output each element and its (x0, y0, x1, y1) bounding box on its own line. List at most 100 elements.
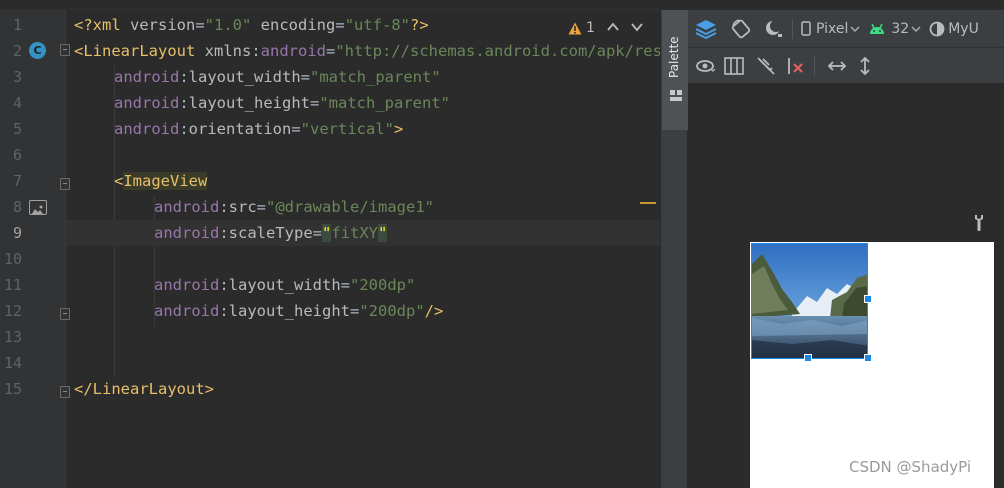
code-token: layout_height (228, 302, 350, 320)
line-number: 10 (3, 250, 22, 268)
orientation-button[interactable] (730, 16, 752, 42)
device-preview-screen[interactable] (750, 242, 994, 488)
code-token: version (120, 16, 196, 34)
code-token: android (154, 198, 220, 216)
watermark: CSDN @ShadyPi (849, 458, 972, 476)
wrench-icon[interactable] (972, 214, 986, 232)
toolbar-separator (814, 55, 815, 76)
resize-handle-bottom-right[interactable] (864, 354, 872, 362)
expand-vertical-button[interactable] (859, 53, 871, 79)
code-token: "match_parent" (310, 68, 441, 86)
code-token: : (251, 42, 261, 60)
editor-top-strip (0, 0, 660, 10)
code-token: : (219, 302, 229, 320)
code-token: : (219, 224, 229, 242)
code-token: = (350, 302, 360, 320)
imageview-preview[interactable] (751, 243, 868, 359)
expand-horizontal-button[interactable] (827, 53, 847, 79)
code-token: "@drawable/image1" (266, 198, 434, 216)
line-number: 7 (12, 172, 22, 190)
code-token: = (195, 16, 205, 34)
clear-constraints-icon (788, 57, 803, 74)
design-toolbar-top: Pixel 32 MyU (688, 10, 1004, 48)
code-token: = (291, 120, 301, 138)
chevron-down-icon (911, 25, 921, 32)
code-line: android:layout_height="match_parent" (114, 90, 450, 116)
line-number-current: 9 (12, 224, 22, 242)
layers-icon (695, 19, 717, 39)
columns-icon (724, 56, 744, 75)
code-token: : (219, 198, 229, 216)
api-level-selector[interactable]: 32 (868, 16, 921, 42)
code-token: = (335, 16, 345, 34)
code-token: "vertical" (300, 120, 394, 138)
palette-tab[interactable]: Palette (662, 10, 688, 130)
resize-handle-bottom[interactable] (804, 354, 812, 362)
code-token: = (326, 42, 336, 60)
line-number: 8 (12, 198, 22, 216)
android-icon (870, 23, 885, 34)
code-token: android (154, 276, 220, 294)
code-editor[interactable]: 1 2 3 4 5 6 7 8 9 10 11 12 13 14 15 C <?… (0, 0, 660, 488)
code-token: layout_height (188, 94, 310, 112)
code-token: > (394, 120, 404, 138)
line-number: 11 (3, 276, 22, 294)
code-token: xmlns (195, 42, 252, 60)
editor-gutter: 1 2 3 4 5 6 7 8 9 10 11 12 13 14 15 (0, 10, 66, 488)
phone-icon (801, 21, 811, 36)
code-line-current: android:scaleType="fitXY" (66, 220, 660, 246)
code-token: "match_parent" (319, 94, 450, 112)
resize-handle-right[interactable] (864, 295, 872, 303)
inspection-widget[interactable]: 1 (568, 18, 643, 38)
night-mode-icon (766, 19, 782, 37)
scrollbar-warning-marker[interactable] (640, 202, 656, 204)
device-selector[interactable]: Pixel (801, 16, 860, 42)
code-token: = (340, 276, 350, 294)
line-number: 2 (12, 42, 22, 60)
image-preview-icon[interactable] (29, 200, 47, 215)
landscape-image (752, 244, 867, 358)
code-line: android:src="@drawable/image1" (154, 194, 434, 220)
line-number: 1 (12, 16, 22, 34)
night-mode-button[interactable] (764, 16, 784, 42)
code-area[interactable]: <?xml version="1.0" encoding="utf-8"?> <… (66, 10, 660, 488)
code-token: "1.0" (204, 16, 252, 34)
toolbar-separator (792, 18, 793, 39)
design-toolbar-bottom (688, 48, 1004, 84)
show-constraints-button[interactable] (724, 53, 744, 79)
warning-count[interactable]: 1 (568, 20, 595, 36)
code-line: <?xml version="1.0" encoding="utf-8"?> (74, 12, 429, 38)
theme-name: MyU (948, 20, 979, 37)
design-mode-button[interactable] (694, 16, 718, 42)
autoconnect-button[interactable] (756, 53, 776, 79)
code-token: fitXY (331, 224, 379, 242)
palette-tab-label: Palette (667, 36, 681, 78)
code-token: android (114, 94, 180, 112)
class-marker-icon[interactable]: C (29, 42, 46, 59)
code-token: : (179, 68, 189, 86)
clear-constraints-button[interactable] (786, 53, 806, 79)
code-token: scaleType (228, 224, 313, 242)
line-number: 12 (3, 302, 22, 320)
code-token: > (204, 380, 214, 398)
code-token: android (260, 42, 326, 60)
line-number: 13 (3, 328, 22, 346)
layout-design-panel: Pixel 32 MyU (688, 10, 1004, 488)
chevron-down-icon (850, 25, 860, 32)
code-token: "http://schemas.android.com/apk/res/andr… (335, 42, 660, 60)
theme-selector[interactable]: MyU (929, 16, 979, 42)
view-options-button[interactable] (696, 53, 716, 79)
code-token: LinearLayout (83, 42, 196, 60)
next-highlight-button[interactable] (631, 21, 643, 36)
code-token: android (114, 120, 180, 138)
code-token: "utf-8" (344, 16, 411, 34)
code-line: android:layout_width="match_parent" (114, 64, 441, 90)
code-token: encoding (251, 16, 336, 34)
device-name: Pixel (816, 20, 849, 37)
code-line: <LinearLayout xmlns:android="http://sche… (74, 38, 660, 64)
chevron-down-icon (631, 22, 643, 31)
palette-icon (670, 90, 682, 101)
code-token-highlighted: ImageView (123, 172, 208, 190)
line-number: 14 (3, 354, 22, 372)
previous-highlight-button[interactable] (607, 21, 619, 36)
